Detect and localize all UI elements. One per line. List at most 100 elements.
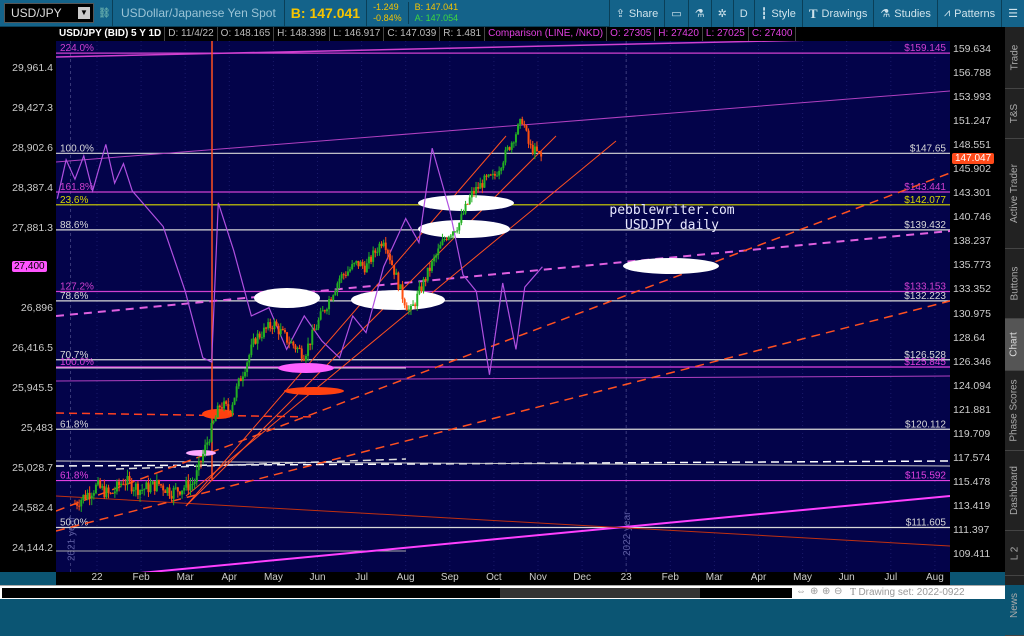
- style-button[interactable]: ┇ Style: [753, 0, 802, 27]
- right-axis-tick: 117.574: [953, 451, 991, 464]
- candle-body: [342, 274, 345, 276]
- candle: [197, 456, 200, 476]
- candle-body: [256, 333, 259, 344]
- candle-body: [523, 124, 526, 126]
- candle: [185, 476, 188, 491]
- sidebar-tab-phase-scores[interactable]: Phase Scores: [1005, 371, 1024, 451]
- candle-body: [244, 372, 247, 377]
- time-axis-tick: 23: [620, 572, 632, 583]
- highlight-ellipse: [278, 363, 334, 373]
- time-axis-tick: 22: [91, 572, 103, 583]
- candle: [514, 132, 517, 147]
- candle-body: [510, 142, 513, 150]
- time-axis-tick: Jul: [355, 572, 368, 583]
- candle: [283, 327, 286, 334]
- link-icon[interactable]: ⛓: [98, 8, 111, 19]
- symbol-selector[interactable]: USD/JPY ▼: [4, 3, 94, 23]
- candle: [155, 474, 158, 493]
- right-axis-tick: 126.346: [953, 355, 991, 368]
- sidebar-tab-label: Trade: [1009, 44, 1021, 71]
- price-chart[interactable]: 2021 year 2022 year 224.0% $159.145 100.0% $1…: [55, 36, 951, 582]
- candle: [527, 128, 530, 149]
- candle: [307, 337, 310, 362]
- drawing-set-label: Drawing set: 2022-0922: [858, 587, 965, 598]
- left-axis-tick: 25,945.5: [12, 382, 53, 394]
- candle-body: [384, 242, 387, 251]
- candle: [328, 295, 331, 315]
- zoom-in-icon[interactable]: ⊕: [822, 586, 830, 597]
- candle: [361, 259, 364, 269]
- drawings-button[interactable]: T Drawings: [801, 0, 874, 27]
- candle-body: [218, 405, 221, 408]
- sidebar-tab-buttons[interactable]: Buttons: [1005, 249, 1024, 319]
- header-date: D: 11/4/22: [165, 27, 218, 41]
- pan-icon[interactable]: ⇔: [796, 586, 806, 597]
- crosshair-icon[interactable]: ⊕: [810, 586, 818, 597]
- candle: [97, 477, 100, 487]
- sidebar-tab-news[interactable]: News: [1005, 576, 1024, 636]
- chart-canvas[interactable]: 2021 year 2022 year224.0% $159.145100.0% $1…: [55, 36, 951, 582]
- candle: [183, 485, 186, 495]
- settings-button[interactable]: ✲: [710, 0, 733, 27]
- candle: [90, 492, 93, 506]
- left-price-axis[interactable]: 29,961.4 29,427.3 28,902.6 28,387.4 27,881.3…: [0, 27, 56, 572]
- alert-button[interactable]: ▭: [664, 0, 687, 27]
- candle-body: [424, 278, 427, 281]
- sidebar-tab-chart[interactable]: Chart: [1005, 319, 1024, 371]
- sidebar-tab-l-2[interactable]: L 2: [1005, 531, 1024, 576]
- sidebar-tab-trade[interactable]: Trade: [1005, 27, 1024, 89]
- patterns-button[interactable]: ⩘ Patterns: [936, 0, 1001, 27]
- right-axis-tick: 135.773: [953, 259, 991, 272]
- candle: [235, 383, 238, 402]
- candle: [493, 171, 496, 180]
- candle: [506, 145, 509, 152]
- chevron-down-icon[interactable]: ▼: [78, 7, 90, 19]
- right-axis-tick: 145.902: [953, 163, 991, 176]
- candle-body: [346, 271, 349, 276]
- share-icon: ⇪: [615, 8, 625, 20]
- candle-body: [464, 203, 467, 214]
- lab-button[interactable]: ⚗: [687, 0, 711, 27]
- candle-body: [132, 489, 135, 492]
- comparison-nkd-line: [56, 144, 543, 375]
- sidebar-tab-active-trader[interactable]: Active Trader: [1005, 139, 1024, 249]
- candle-body: [157, 479, 160, 485]
- sidebar-tab-t-s[interactable]: T&S: [1005, 89, 1024, 139]
- candle-body: [202, 453, 205, 462]
- time-axis[interactable]: 22 Feb Mar Apr May Jun Jul Aug Sep Oct Nov Dec 23 Feb…: [56, 572, 950, 585]
- menu-button[interactable]: ☰: [1001, 0, 1024, 27]
- candle: [296, 346, 299, 353]
- candle-body: [317, 319, 320, 329]
- candle-body: [185, 480, 188, 488]
- comparison-label: Comparison (LINE, /NKD): [485, 27, 608, 41]
- change-value: -1.249: [373, 2, 399, 12]
- candle-body: [409, 305, 412, 310]
- candle: [479, 177, 482, 189]
- candle-body: [265, 327, 268, 329]
- candle: [523, 120, 526, 128]
- time-axis-tick: Oct: [486, 572, 502, 583]
- highlight-ellipse: [623, 258, 719, 274]
- drawing-set-selector[interactable]: T Drawing set: 2022-0922: [850, 586, 1005, 599]
- studies-button[interactable]: ⚗ Studies: [873, 0, 937, 27]
- candle: [84, 490, 87, 501]
- scroll-thumb[interactable]: [500, 588, 700, 598]
- style-label: Style: [771, 7, 796, 20]
- bid-ask: B: 147.041 A: 147.054: [409, 2, 465, 24]
- candle-body: [321, 310, 324, 312]
- candle: [115, 479, 118, 495]
- right-axis-tick: 151.247: [953, 115, 991, 128]
- candle: [426, 267, 429, 283]
- share-button[interactable]: ⇪ Share: [608, 0, 665, 27]
- right-price-axis[interactable]: 159.634 156.788 153.993 151.247 148.551 145.9…: [950, 27, 1005, 572]
- candle: [246, 360, 249, 377]
- fib-percent-label: 23.6%: [60, 195, 88, 206]
- sidebar-tab-dashboard[interactable]: Dashboard: [1005, 451, 1024, 531]
- candle: [519, 118, 522, 129]
- zoom-out-icon[interactable]: ⊖: [834, 586, 842, 597]
- right-axis-tick: 133.352: [953, 283, 991, 296]
- aggregation-button[interactable]: D: [732, 0, 754, 27]
- current-price-tag: 147.047: [952, 152, 995, 164]
- candle: [338, 275, 341, 289]
- candle-body: [462, 213, 465, 215]
